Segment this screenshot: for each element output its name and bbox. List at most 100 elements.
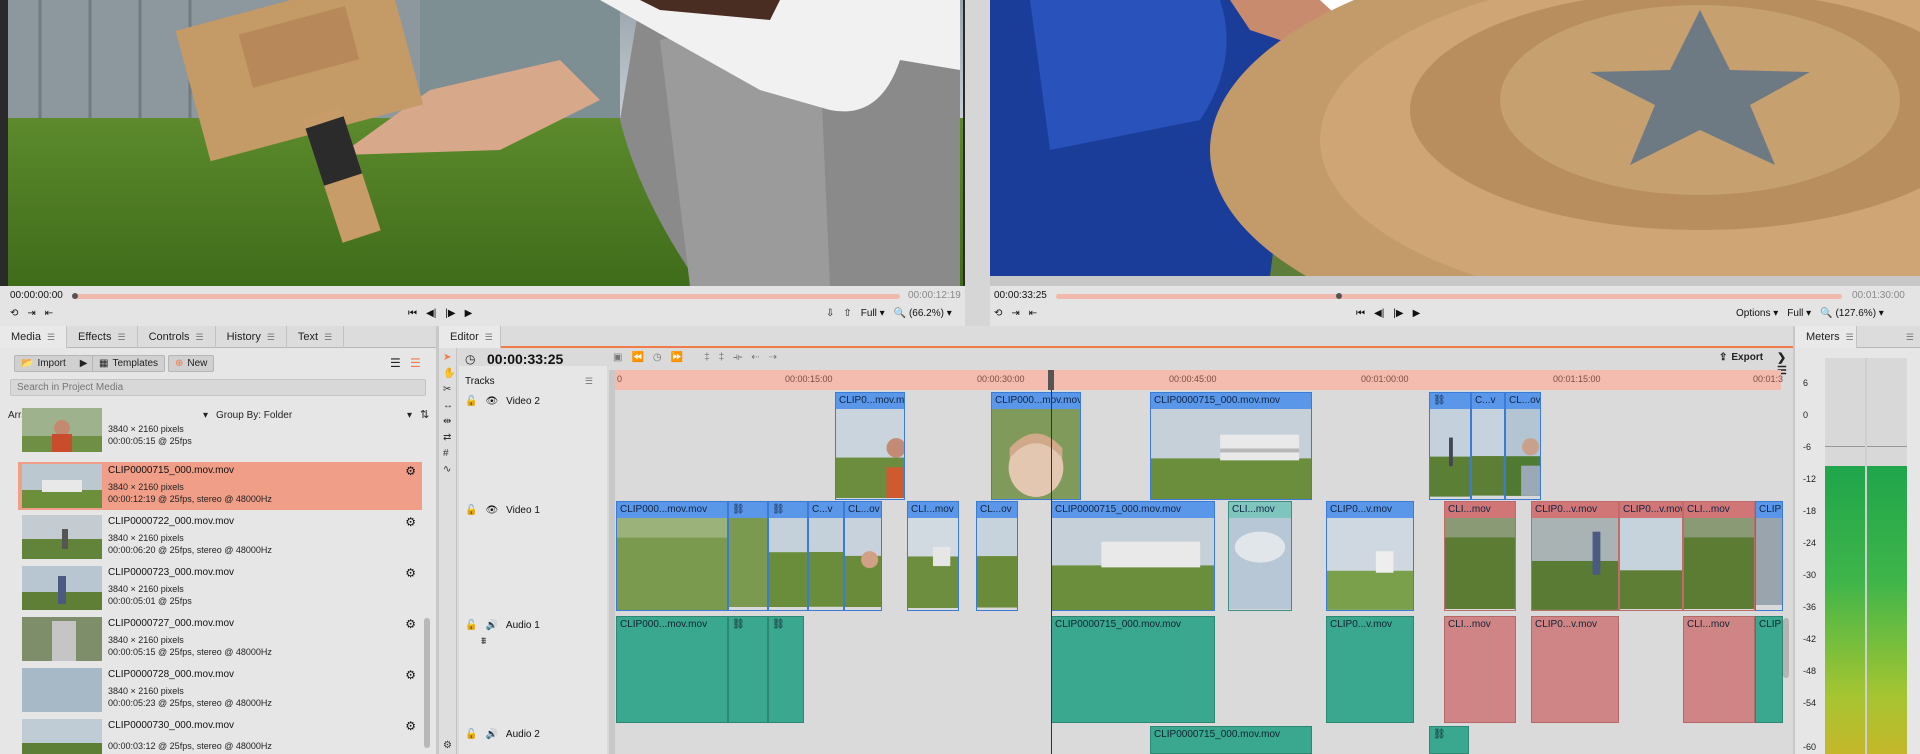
program-zoom-select[interactable]: 🔍 (127.6%) ▾	[1820, 308, 1884, 319]
viewer-divider[interactable]	[965, 0, 990, 326]
gear-icon[interactable]: ⚙	[405, 515, 416, 529]
audio-clip[interactable]: CLIP0000715_000.mov.mov	[1051, 616, 1215, 723]
timeline-clip[interactable]: CL...ov	[844, 501, 882, 611]
gear-icon[interactable]: ⚙	[405, 719, 416, 733]
audio-clip[interactable]: CLI...mov	[1444, 616, 1516, 723]
audio-clip[interactable]: ⛓	[768, 616, 804, 723]
gear-icon[interactable]: ⚙	[405, 566, 416, 580]
speaker-icon[interactable]: 🔊	[485, 729, 497, 740]
sort-icon[interactable]: ⇅	[420, 408, 429, 421]
hand-tool-icon[interactable]: ✋	[443, 368, 455, 379]
media-search-input[interactable]	[10, 379, 426, 396]
menu-icon[interactable]: ☰	[1846, 332, 1854, 343]
group-select[interactable]: Group By: Folder ▾	[216, 406, 412, 424]
speaker-icon[interactable]: 🔊	[485, 620, 497, 631]
timeline-clip[interactable]: CL...ov	[1505, 392, 1541, 500]
media-item[interactable]: CLIP0000728_000.mov.mov 3840 × 2160 pixe…	[18, 666, 422, 714]
media-item[interactable]: CLIP0000730_000.mov.mov 00:00:03:12 @ 25…	[18, 717, 422, 754]
mark-out-icon[interactable]: ⇥	[1011, 308, 1019, 319]
forward-icon[interactable]: ⏩	[671, 352, 683, 363]
menu-icon[interactable]: ☰	[196, 332, 204, 343]
timeline-clip[interactable]: CLIP0000715_000.mov.mov	[1150, 392, 1312, 500]
loop-icon[interactable]: ⟲	[10, 308, 18, 319]
timeline-clip[interactable]: C...v	[808, 501, 844, 611]
step-forward-icon[interactable]: |▶︎	[1393, 308, 1403, 319]
media-item[interactable]: CLIP0000723_000.mov.mov 3840 × 2160 pixe…	[18, 564, 422, 612]
tab-text[interactable]: Text ☰	[287, 326, 345, 348]
tab-effects[interactable]: Effects ☰	[67, 326, 138, 348]
mark-in-icon[interactable]: ⇤	[45, 308, 53, 319]
history-icon[interactable]: ◷	[653, 352, 662, 363]
audio-clip[interactable]: CLI...mov	[1683, 616, 1755, 723]
playhead-handle[interactable]	[1048, 370, 1054, 390]
source-scrubber[interactable]	[72, 293, 900, 299]
rewind-icon[interactable]: ⏪	[631, 352, 643, 363]
menu-icon[interactable]: ☰	[324, 332, 332, 343]
timeline-clip[interactable]: C...v	[1471, 392, 1505, 500]
ripple-tool-icon[interactable]: #	[443, 448, 449, 459]
mark-in-icon[interactable]: ⇤	[1029, 308, 1037, 319]
play-icon[interactable]: ▶	[1413, 308, 1421, 319]
timeline-clip[interactable]: ⛓	[1429, 392, 1471, 500]
gear-icon[interactable]: ⚙	[405, 617, 416, 631]
curve-tool-icon[interactable]: ∿	[443, 464, 451, 475]
media-item[interactable]: CLIP0000727_000.mov.mov 3840 × 2160 pixe…	[18, 615, 422, 663]
lock-icon[interactable]: 🔓	[465, 396, 477, 407]
insert-icon[interactable]: ⇧	[843, 308, 851, 319]
skip-back-icon[interactable]: ⏮	[408, 308, 417, 319]
audio-clip[interactable]: CLIP0...v.mov	[1326, 616, 1414, 723]
timeline-clip[interactable]: CLIP000...mov.mov	[991, 392, 1081, 500]
audio-fx-icon[interactable]: ⩩	[481, 636, 486, 647]
media-item[interactable]: 3840 × 2160 pixels 00:00:05:15 @ 25fps	[18, 408, 422, 454]
program-viewer[interactable]	[990, 0, 1920, 276]
timeline-clip[interactable]: CLI...mov	[1228, 501, 1292, 611]
lock-icon[interactable]: 🔓	[465, 620, 477, 631]
timeline-clip[interactable]: CLIP0...v.mov	[1619, 501, 1683, 611]
audio-clip[interactable]: CLIP0000715_000.mov.mov	[1150, 726, 1312, 754]
timeline-clip[interactable]: CLIP0...mov.mov	[835, 392, 905, 500]
snapshot-icon[interactable]: ▣	[613, 352, 622, 363]
audio-clip[interactable]: CLIP0...v.mov	[1531, 616, 1619, 723]
new-button[interactable]: ⊕ New	[168, 355, 215, 372]
menu-icon[interactable]: ☰	[47, 332, 55, 343]
slide-tool-icon[interactable]: ⇹	[443, 416, 451, 427]
source-scrub-handle[interactable]	[72, 293, 78, 299]
tab-media[interactable]: Media ☰	[0, 326, 68, 348]
gear-icon[interactable]: ⚙	[405, 668, 416, 682]
eye-icon[interactable]: 👁	[485, 396, 498, 407]
timeline-clip[interactable]: CLIP0...v.mov	[1326, 501, 1414, 611]
audio-clip[interactable]: CLIP	[1755, 616, 1783, 723]
timeline-clip[interactable]: CL...ov	[976, 501, 1018, 611]
source-quality-select[interactable]: Full ▾	[861, 308, 885, 319]
gear-icon[interactable]: ⚙	[443, 740, 452, 751]
link-toggle-icon[interactable]: ‡	[719, 352, 725, 363]
slip-tool-icon[interactable]: ↔	[443, 400, 453, 411]
timeline-clip[interactable]: CLIP0...v.mov	[1531, 501, 1619, 611]
audio-clip[interactable]: ⛓	[728, 616, 768, 723]
import-button[interactable]: 📂 Import ▶	[14, 355, 95, 372]
tab-history[interactable]: History ☰	[216, 326, 287, 348]
step-back-icon[interactable]: ◀︎|	[426, 308, 436, 319]
program-quality-select[interactable]: Full ▾	[1787, 308, 1811, 319]
nudge-right-icon[interactable]: ⇢	[769, 352, 777, 363]
tab-editor[interactable]: Editor ☰	[439, 326, 501, 348]
timeline-scrollbar[interactable]	[1783, 618, 1789, 678]
skip-back-icon[interactable]: ⏮	[1356, 308, 1365, 319]
play-icon[interactable]: ▶	[465, 308, 473, 319]
menu-icon[interactable]: ☰	[1906, 332, 1914, 343]
program-scrub-handle[interactable]	[1336, 293, 1342, 299]
timeline-clip[interactable]: CLIP	[1755, 501, 1783, 611]
source-viewer[interactable]	[0, 0, 965, 286]
menu-icon[interactable]: ☰	[485, 332, 493, 343]
audio-clip[interactable]: ⛓	[1429, 726, 1469, 754]
tab-meters[interactable]: Meters ☰	[1795, 326, 1857, 348]
media-item[interactable]: CLIP0000722_000.mov.mov 3840 × 2160 pixe…	[18, 513, 422, 561]
program-options-select[interactable]: Options ▾	[1736, 308, 1778, 319]
playhead[interactable]	[1051, 370, 1052, 754]
templates-button[interactable]: ▦ Templates	[92, 355, 166, 372]
lock-icon[interactable]: 🔓	[465, 729, 477, 740]
lock-icon[interactable]: 🔓	[465, 505, 477, 516]
list-view-icon[interactable]: ☰	[390, 356, 401, 370]
timeline-ruler[interactable]: 0 00:00:15:00 00:00:30:00 00:00:45:00 00…	[615, 370, 1783, 390]
program-scrubber[interactable]	[1056, 293, 1842, 299]
